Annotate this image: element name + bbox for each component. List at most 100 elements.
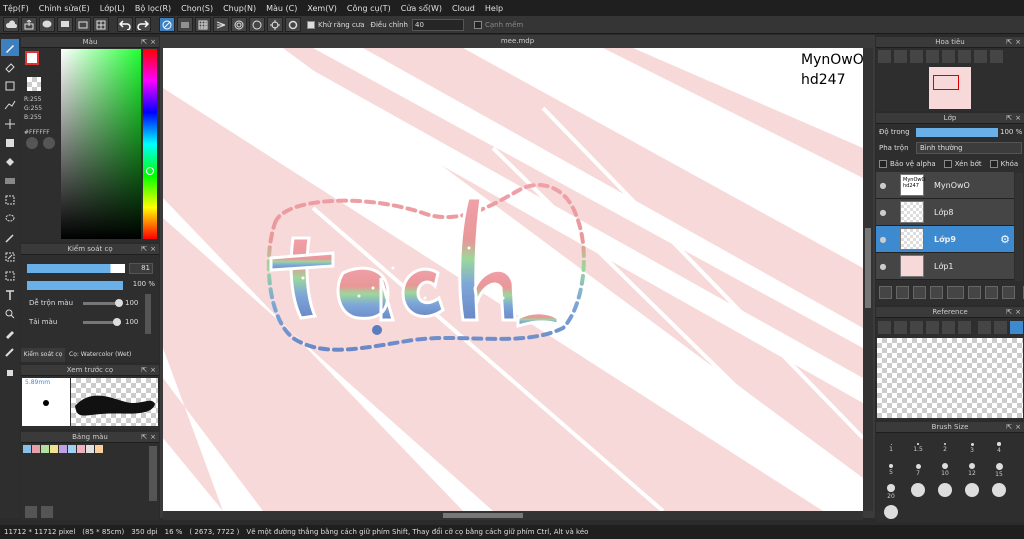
- menu-item[interactable]: Chỉnh sửa(E): [39, 4, 90, 13]
- pin-icon[interactable]: ⇱: [141, 37, 147, 48]
- zoom-out-icon[interactable]: [958, 321, 971, 334]
- brush-size-option[interactable]: 20: [879, 482, 903, 504]
- brush-size-slider[interactable]: [27, 264, 125, 273]
- palette-swatch[interactable]: [41, 445, 49, 453]
- palette-swatch[interactable]: [50, 445, 58, 453]
- open-folder-icon[interactable]: [894, 321, 907, 334]
- palette-swatch[interactable]: [77, 445, 85, 453]
- close-icon[interactable]: ×: [1015, 422, 1021, 433]
- eye-icon[interactable]: ●: [876, 208, 890, 217]
- brush-control-scrollbar[interactable]: [145, 294, 151, 334]
- snap-settings-icon[interactable]: [285, 17, 301, 32]
- menu-item[interactable]: Cloud: [452, 4, 475, 13]
- bucket-tool-icon[interactable]: [1, 153, 19, 170]
- snap-circle-icon[interactable]: [231, 17, 247, 32]
- drawing-canvas[interactable]: MynOwO hd247: [163, 48, 863, 511]
- adjust-select[interactable]: 40: [412, 18, 464, 31]
- duplicate-layer-icon[interactable]: [985, 286, 998, 299]
- actual-size-icon[interactable]: [926, 50, 939, 63]
- snap-parallel-icon[interactable]: [177, 17, 193, 32]
- magic-wand-tool-icon[interactable]: [1, 229, 19, 246]
- reference-view[interactable]: [877, 338, 1023, 418]
- brush-tool-icon[interactable]: [1, 39, 19, 56]
- lock-checkbox[interactable]: [989, 160, 998, 168]
- brush-size-option[interactable]: 7: [906, 460, 930, 482]
- snap-off-icon[interactable]: [159, 17, 175, 32]
- brush-size-option[interactable]: 5: [879, 460, 903, 482]
- palette-swatch[interactable]: [59, 445, 67, 453]
- palette-swatch[interactable]: [68, 445, 76, 453]
- gradient-tool-icon[interactable]: [1, 172, 19, 189]
- canvas-horizontal-scrollbar[interactable]: [163, 511, 863, 520]
- close-icon[interactable]: ×: [1015, 37, 1021, 48]
- pin-icon[interactable]: ⇱: [1006, 422, 1012, 433]
- close-icon[interactable]: ×: [1015, 307, 1021, 318]
- merge-layer-icon[interactable]: [1002, 286, 1015, 299]
- rotate-reset-icon[interactable]: [958, 50, 971, 63]
- pen-tool-icon[interactable]: [1, 324, 19, 341]
- eraser-tool-icon[interactable]: [1, 58, 19, 75]
- protect-alpha-checkbox[interactable]: [879, 160, 887, 168]
- palette-scrollbar[interactable]: [149, 446, 157, 501]
- menu-item[interactable]: Chụp(N): [223, 4, 256, 13]
- close-icon[interactable]: ×: [150, 37, 156, 48]
- palette-picker-icon[interactable]: [43, 137, 55, 149]
- eyedropper-icon[interactable]: [978, 321, 991, 334]
- zoom-in-icon[interactable]: [926, 321, 939, 334]
- add-layer-dropdown-icon[interactable]: [947, 286, 964, 299]
- menu-item[interactable]: Công cụ(T): [347, 4, 391, 13]
- brush-control-tab[interactable]: Kiểm soát cọ: [21, 348, 65, 362]
- brush-opacity-slider[interactable]: [27, 281, 123, 290]
- close-icon[interactable]: ×: [150, 244, 156, 255]
- eye-icon[interactable]: ●: [876, 262, 890, 271]
- menu-item[interactable]: Màu (C): [266, 4, 297, 13]
- new-halftone-layer-icon[interactable]: [896, 286, 909, 299]
- new-8bit-layer-icon[interactable]: [930, 286, 943, 299]
- fit-icon[interactable]: [910, 50, 923, 63]
- new-palette-icon[interactable]: [25, 506, 37, 518]
- grid-icon[interactable]: [93, 17, 109, 32]
- zoom-out-icon[interactable]: [894, 50, 907, 63]
- transparent-color-swatch[interactable]: [27, 77, 41, 91]
- menu-item[interactable]: Help: [485, 4, 503, 13]
- load-slider[interactable]: [83, 318, 121, 326]
- menu-item[interactable]: Lớp(L): [100, 4, 125, 13]
- eye-icon[interactable]: ●: [876, 235, 890, 244]
- brush-size-option[interactable]: [933, 482, 957, 504]
- layer-item-mynowo[interactable]: ● MynOwO hd247 MynOwO: [876, 172, 1014, 199]
- eye-icon[interactable]: ●: [876, 181, 890, 190]
- hand-icon[interactable]: [994, 321, 1007, 334]
- layer-scrollbar[interactable]: [1015, 173, 1023, 281]
- brush-size-option[interactable]: 1: [879, 438, 903, 460]
- eyedropper-tool-icon[interactable]: [1, 343, 19, 360]
- brush-size-option[interactable]: 2: [933, 438, 957, 460]
- pin-icon[interactable]: ⇱: [141, 432, 147, 443]
- brush-size-value[interactable]: 81: [129, 263, 153, 274]
- snap-perspective-icon[interactable]: [267, 17, 283, 32]
- canvas-tab[interactable]: mee.mdp: [160, 35, 875, 47]
- saturation-value-picker[interactable]: [61, 49, 141, 239]
- foreground-color-swatch[interactable]: [25, 51, 39, 65]
- delete-palette-icon[interactable]: [41, 506, 53, 518]
- palette-swatch[interactable]: [95, 445, 103, 453]
- snap-grid-icon[interactable]: [195, 17, 211, 32]
- layer-item-lop8[interactable]: ● Lớp8: [876, 199, 1014, 226]
- layer-opacity-slider[interactable]: [916, 128, 998, 137]
- hue-slider-handle[interactable]: [146, 167, 154, 175]
- menu-item[interactable]: Bộ lọc(R): [135, 4, 171, 13]
- close-icon[interactable]: [910, 321, 923, 334]
- brush-size-option[interactable]: [960, 482, 984, 504]
- select-eraser-tool-icon[interactable]: [1, 267, 19, 284]
- undo-icon[interactable]: [117, 17, 133, 32]
- new-1bit-layer-icon[interactable]: [913, 286, 926, 299]
- close-icon[interactable]: ×: [150, 365, 156, 376]
- rotate-left-icon[interactable]: [942, 50, 955, 63]
- gear-icon[interactable]: ⚙: [1000, 233, 1010, 246]
- soft-edge-checkbox[interactable]: [474, 20, 482, 29]
- hand-select-tool-icon[interactable]: [1, 305, 19, 322]
- brush-size-option[interactable]: 1.5: [906, 438, 930, 460]
- folder-icon[interactable]: [968, 286, 981, 299]
- menu-item[interactable]: Cửa sổ(W): [401, 4, 442, 13]
- brush-size-option[interactable]: 10: [933, 460, 957, 482]
- brush-size-option[interactable]: 4: [987, 438, 1011, 460]
